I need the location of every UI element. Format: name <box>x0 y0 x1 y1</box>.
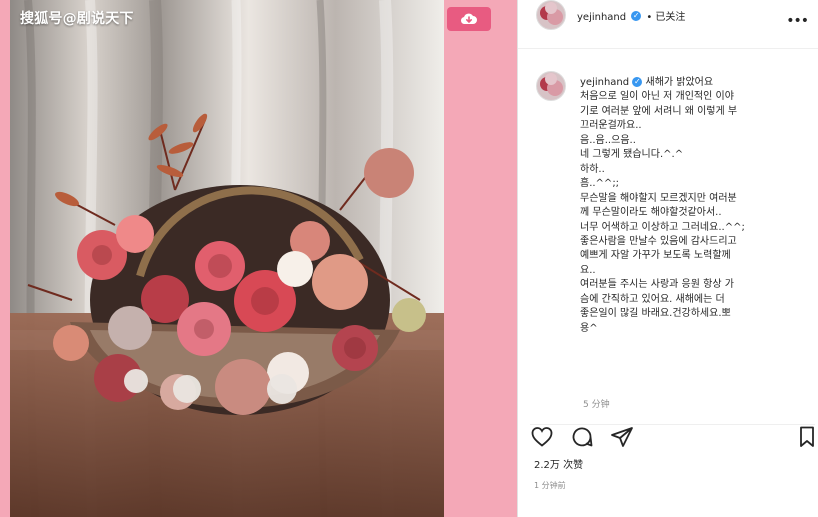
caption-line: 께 무슨말이라도 해야할것같아서.. <box>580 207 722 219</box>
caption-line: 너무 어색하고 이상하고 그러네요..^^; <box>580 221 745 233</box>
caption-first-line: yejinhand ✓ 새해가 밝았어요 <box>580 76 810 90</box>
username[interactable]: yejinhand <box>577 12 626 23</box>
post-details-panel: yejinhand ✓ • 已关注 ••• yejinhand ✓ 새해가 밝았… <box>517 0 818 517</box>
caption-line: 요.. <box>580 264 596 276</box>
comment-icon[interactable] <box>570 425 594 449</box>
avatar-image <box>540 2 563 25</box>
caption-line: 기로 여러분 앞에 서려니 왜 이렇게 부 <box>580 105 738 117</box>
caption-line: 처음으로 일이 아닌 저 개인적인 이야 <box>580 91 734 103</box>
post-date: 1 分钟前 <box>534 481 566 490</box>
header-user-info: yejinhand ✓ • 已关注 <box>577 5 685 24</box>
avatar-image <box>540 73 563 96</box>
post-time-ago: 5 分钟 <box>583 400 610 410</box>
more-options-icon[interactable]: ••• <box>786 13 809 29</box>
caption-line: 슴에 간직하고 있어요. 새해에는 더 <box>580 293 725 305</box>
post-actions <box>530 424 815 447</box>
caption-line: 예쁘게 자알 가꾸가 보도록 노력할께 <box>580 250 731 262</box>
caption-line: 새해가 밝았어요 <box>645 77 714 88</box>
caption-avatar[interactable] <box>536 71 566 101</box>
share-icon[interactable] <box>610 425 634 449</box>
post-header: yejinhand ✓ • 已关注 ••• <box>518 0 818 49</box>
caption-line: 여러분들 주시는 사랑과 응원 항상 가 <box>580 279 734 291</box>
post-caption: yejinhand ✓ 새해가 밝았어요 처음으로 일이 아닌 저 개인적인 이… <box>580 76 810 336</box>
heart-icon[interactable] <box>530 425 554 449</box>
cloud-download-icon <box>460 13 477 25</box>
flower-basket-illustration <box>10 0 444 517</box>
avatar[interactable] <box>536 0 566 30</box>
verified-icon: ✓ <box>631 10 642 21</box>
caption-line: 무슨말을 해야할지 모르겠지만 여러분 <box>580 192 737 204</box>
verified-icon: ✓ <box>632 77 643 87</box>
caption-line: 끄러운걸까요.. <box>580 120 642 132</box>
caption-line: 흠..^^;; <box>580 178 620 190</box>
caption-username[interactable]: yejinhand <box>580 77 629 88</box>
source-watermark: 搜狐号@剧说天下 <box>20 11 134 27</box>
caption-line: 음..음..으음.. <box>580 134 636 146</box>
likes-count[interactable]: 2.2万 次赞 <box>534 456 583 471</box>
instagram-post-screenshot: 搜狐号@剧说天下 yejinhand ✓ • 已关注 ••• yejinhand… <box>0 0 818 517</box>
caption-line: 네 그렇게 됐습니다.^.^ <box>580 149 684 161</box>
post-photo: 搜狐号@剧说天下 <box>10 0 444 517</box>
following-status[interactable]: • 已关注 <box>646 12 685 23</box>
caption-line: 좋은사람을 만날수 있음에 감사드리고 <box>580 235 737 247</box>
caption-line: 용^ <box>580 322 598 334</box>
caption-line: 좋은일이 많길 바래요.건강하세요.뽀 <box>580 308 731 320</box>
cloud-download-button[interactable] <box>447 7 491 31</box>
bookmark-icon[interactable] <box>798 425 816 449</box>
caption-line: 하하.. <box>580 163 605 175</box>
